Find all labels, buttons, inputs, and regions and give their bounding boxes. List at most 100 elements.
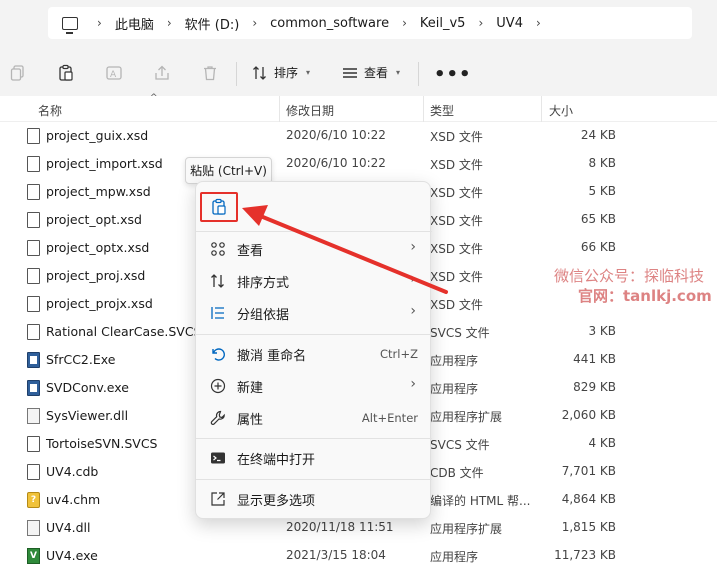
file-icon xyxy=(27,268,40,284)
column-date[interactable]: 修改日期 xyxy=(286,102,334,119)
menu-item-undo-rename[interactable]: 撤消 重命名 Ctrl+Z xyxy=(196,339,432,369)
file-name: project_guix.xsd xyxy=(46,128,149,143)
file-type: XSD 文件 xyxy=(430,186,483,200)
file-icon xyxy=(27,464,40,480)
chm-file-icon: ? xyxy=(27,492,40,508)
breadcrumb-item-common-software[interactable]: common_software xyxy=(270,16,389,31)
file-name: project_import.xsd xyxy=(46,156,163,171)
file-size: 8 KB xyxy=(588,156,616,170)
chevron-right-icon: › xyxy=(410,376,416,392)
more-options-button[interactable]: ••• xyxy=(434,64,472,85)
file-name: project_mpw.xsd xyxy=(46,184,151,199)
file-icon xyxy=(27,296,40,312)
breadcrumb-item-this-pc[interactable]: 此电脑 xyxy=(115,14,154,33)
add-circle-icon xyxy=(209,377,227,395)
svg-text:A: A xyxy=(110,70,117,80)
breadcrumb-item-uv4[interactable]: UV4 xyxy=(496,16,523,31)
menu-item-label: 排序方式 xyxy=(237,276,290,291)
menu-separator xyxy=(196,231,432,232)
file-type: XSD 文件 xyxy=(430,270,483,284)
menu-item-new[interactable]: 新建 › xyxy=(196,371,432,401)
menu-item-label: 新建 xyxy=(237,381,264,396)
file-icon xyxy=(27,324,40,340)
undo-icon xyxy=(209,345,227,363)
file-date: 2020/11/18 11:51 xyxy=(286,520,394,534)
column-divider[interactable] xyxy=(541,96,542,122)
watermark-line-2: 官网：tanlkj.com xyxy=(578,287,712,305)
column-type[interactable]: 类型 xyxy=(430,102,454,119)
file-name: SVDConv.exe xyxy=(46,380,129,395)
file-name: project_optx.xsd xyxy=(46,240,150,255)
menu-separator xyxy=(196,334,432,335)
file-type: 应用程序 xyxy=(430,550,479,564)
share-icon[interactable] xyxy=(153,64,171,82)
menu-item-label: 查看 xyxy=(237,244,264,259)
chevron-right-icon: › xyxy=(410,271,416,287)
rename-icon[interactable]: A xyxy=(105,64,123,82)
column-divider[interactable] xyxy=(279,96,280,122)
address-bar[interactable]: › 此电脑 › 软件 (D:) › common_software › Keil… xyxy=(48,7,692,39)
menu-item-label: 在终端中打开 xyxy=(237,453,316,468)
breadcrumb-item-keil-v5[interactable]: Keil_v5 xyxy=(420,16,466,31)
file-size: 24 KB xyxy=(580,128,616,142)
menu-item-shortcut: Alt+Enter xyxy=(361,411,418,425)
view-button-label: 查看 xyxy=(364,66,389,80)
breadcrumb-item-drive-d[interactable]: 软件 (D:) xyxy=(185,14,240,33)
paste-menu-button[interactable] xyxy=(200,192,238,222)
menu-item-sort[interactable]: 排序方式 › xyxy=(196,266,432,296)
delete-icon[interactable] xyxy=(201,64,219,82)
table-row[interactable]: V UV4.exe 2021/3/15 18:04 应用程序 11,723 KB xyxy=(0,542,717,566)
menu-item-show-more-options[interactable]: 显示更多选项 xyxy=(196,484,432,514)
chevron-right-icon: › xyxy=(410,239,416,255)
copy-icon[interactable] xyxy=(9,64,27,82)
file-type: 应用程序扩展 xyxy=(430,522,503,536)
paste-icon[interactable] xyxy=(57,64,75,82)
view-button[interactable]: 查看 ▾ xyxy=(342,64,400,81)
menu-item-shortcut: Ctrl+Z xyxy=(380,347,418,361)
file-size: 441 KB xyxy=(573,352,616,366)
menu-item-group[interactable]: 分组依据 › xyxy=(196,298,432,328)
table-row[interactable]: project_import.xsd 2020/6/10 10:22 XSD 文件 8… xyxy=(0,150,717,178)
file-date: 2020/6/10 10:22 xyxy=(286,156,386,170)
file-type: XSD 文件 xyxy=(430,130,483,144)
menu-item-view[interactable]: 查看 › xyxy=(196,234,432,264)
view-icon xyxy=(343,67,357,78)
table-row[interactable]: project_guix.xsd 2020/6/10 10:22 XSD 文件 24 … xyxy=(0,122,717,150)
file-name: TortoiseSVN.SVCS xyxy=(46,436,158,451)
file-icon xyxy=(27,128,40,144)
column-size[interactable]: 大小 xyxy=(549,102,573,119)
file-type: 应用程序 xyxy=(430,382,479,396)
file-icon xyxy=(27,212,40,228)
chevron-down-icon: ▾ xyxy=(306,68,311,77)
file-type: 编译的 HTML 帮... xyxy=(430,494,531,508)
wrench-icon xyxy=(209,409,227,427)
watermark: 微信公众号：探临科技 官网：tanlkj.com xyxy=(554,266,717,306)
file-size: 65 KB xyxy=(580,212,616,226)
sort-ascending-icon: ^ xyxy=(150,93,158,103)
file-icon xyxy=(27,240,40,256)
toolbar-divider xyxy=(236,62,237,86)
computer-icon[interactable] xyxy=(62,16,78,34)
grid-icon xyxy=(209,240,227,258)
context-menu: 查看 › 排序方式 › 分组依据 › 撤消 重命名 Ctrl+Z 新建 › 属性 xyxy=(195,181,432,519)
file-type: XSD 文件 xyxy=(430,298,483,312)
breadcrumb-separator: › xyxy=(166,16,172,30)
exe-file-icon xyxy=(27,352,40,368)
sort-button[interactable]: 排序 ▾ xyxy=(252,64,310,81)
sort-icon xyxy=(253,65,266,80)
terminal-icon xyxy=(209,449,227,467)
file-name: UV4.cdb xyxy=(46,464,99,479)
file-size: 66 KB xyxy=(580,240,616,254)
column-divider[interactable] xyxy=(423,96,424,122)
menu-item-properties[interactable]: 属性 Alt+Enter xyxy=(196,403,432,433)
file-type: SVCS 文件 xyxy=(430,326,490,340)
chevron-down-icon: ▾ xyxy=(396,68,401,77)
file-date: 2021/3/15 18:04 xyxy=(286,548,386,562)
menu-item-open-terminal[interactable]: 在终端中打开 xyxy=(196,443,432,473)
sort-button-label: 排序 xyxy=(274,66,299,80)
file-type: CDB 文件 xyxy=(430,466,484,480)
file-size: 4,864 KB xyxy=(561,492,616,506)
column-name[interactable]: 名称 xyxy=(38,102,62,119)
column-header: ^ 名称 修改日期 类型 大小 xyxy=(0,93,717,122)
file-name: project_proj.xsd xyxy=(46,268,146,283)
